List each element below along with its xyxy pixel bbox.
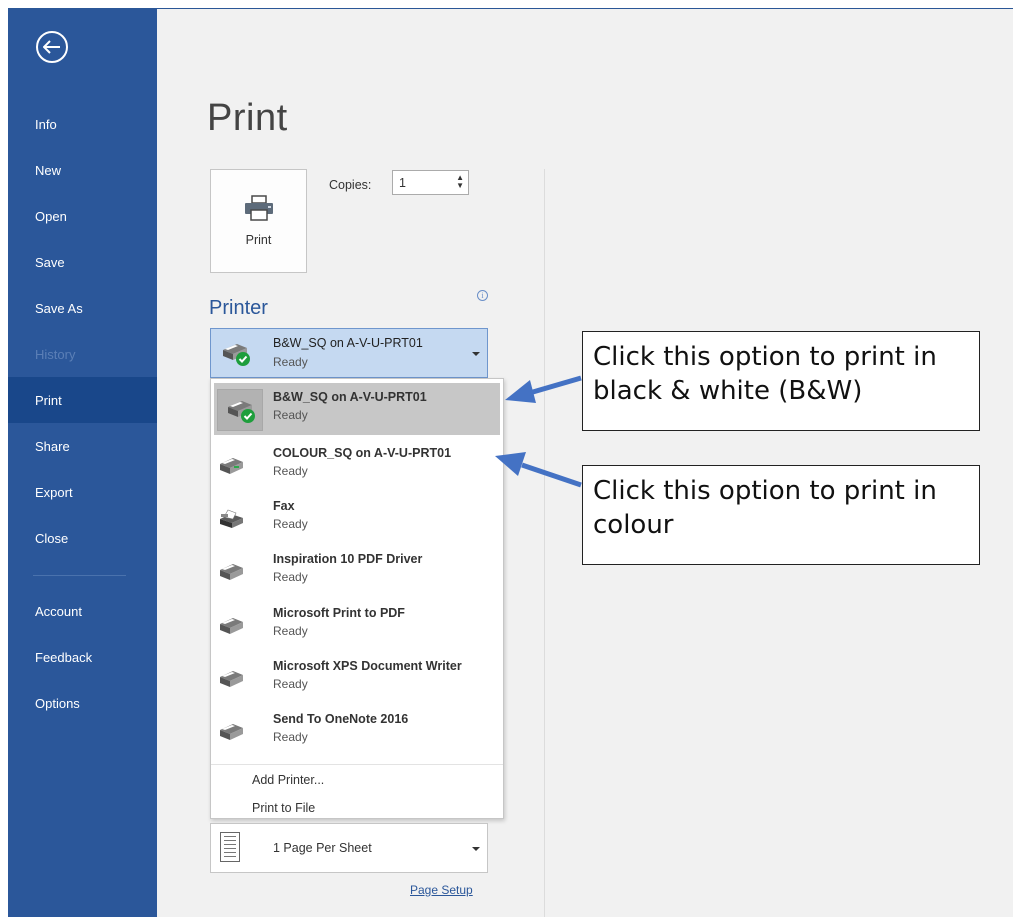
arrow-to-colour-option <box>495 452 582 488</box>
arrow-to-bw-option <box>505 375 582 403</box>
annotation-arrows <box>495 375 582 488</box>
